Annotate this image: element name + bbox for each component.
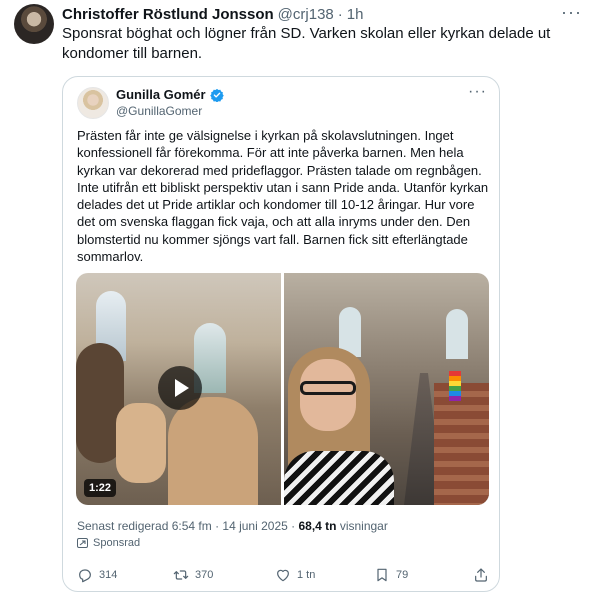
tweet-header: Christoffer Röstlund Jonsson @crj138 · 1… [62,4,363,24]
repost-icon [173,570,189,580]
woman-face [300,359,356,431]
share-button[interactable] [473,567,495,583]
heart-icon [277,569,289,582]
more-options-icon[interactable]: ··· [561,2,582,23]
striped-shirt [284,451,394,505]
like-button[interactable]: 1 tn [275,567,315,583]
quoted-author-avatar[interactable] [77,87,109,119]
promoted-icon [77,538,88,548]
reply-icon [79,569,91,583]
quoted-author-handle[interactable]: @GunillaGomer [116,104,202,118]
edited-timestamp[interactable]: Senast redigerad 6:54 fm · 14 juni 2025 … [77,519,298,533]
verified-badge-icon [209,88,224,102]
bookmark-icon [377,568,387,582]
quoted-tweet-text: Prästen får inte ge välsignelse i kyrkan… [77,128,489,265]
video-thumbnail[interactable]: 1:22 [76,273,281,505]
play-icon[interactable] [158,366,202,410]
quoted-author-name[interactable]: Gunilla Gomér [116,87,206,102]
share-icon [475,568,487,582]
quoted-more-options-icon[interactable]: ··· [468,83,487,101]
person-silhouette [168,397,258,505]
tweet-timestamp[interactable]: 1h [347,6,364,23]
media-grid: 1:22 [76,273,489,505]
author-avatar[interactable] [14,4,54,44]
sponsored-label-row: Sponsrad [77,537,140,549]
glasses [300,381,356,395]
quoted-meta: Senast redigerad 6:54 fm · 14 juni 2025 … [77,519,388,533]
views-label: visningar [336,519,388,533]
reply-count: 314 [99,569,118,581]
quoted-tweet-card[interactable]: Gunilla Gomér @GunillaGomer ··· Prästen … [62,76,500,592]
tweet-text: Sponsrat böghat och lögner från SD. Vark… [62,25,551,62]
photo-thumbnail[interactable] [284,273,489,505]
repost-count: 370 [195,569,214,581]
pride-flag [449,371,461,401]
quoted-name-row: Gunilla Gomér [116,87,224,102]
author-name[interactable]: Christoffer Röstlund Jonsson [62,6,274,23]
separator-dot: · [337,5,343,23]
repost-button[interactable]: 370 [173,567,213,583]
sponsored-label: Sponsrad [93,537,141,549]
author-handle[interactable]: @crj138 [278,6,334,23]
church-window [446,309,468,359]
person-silhouette [116,403,166,483]
bookmark-button[interactable]: 79 [374,567,408,583]
views-count: 68,4 tn [298,519,337,533]
action-bar: 314 370 1 tn 79 [77,567,489,585]
video-duration: 1:22 [84,479,117,497]
bookmark-count: 79 [396,569,409,581]
like-count: 1 tn [297,569,316,581]
church-pews [434,383,489,505]
reply-button[interactable]: 314 [77,567,117,583]
